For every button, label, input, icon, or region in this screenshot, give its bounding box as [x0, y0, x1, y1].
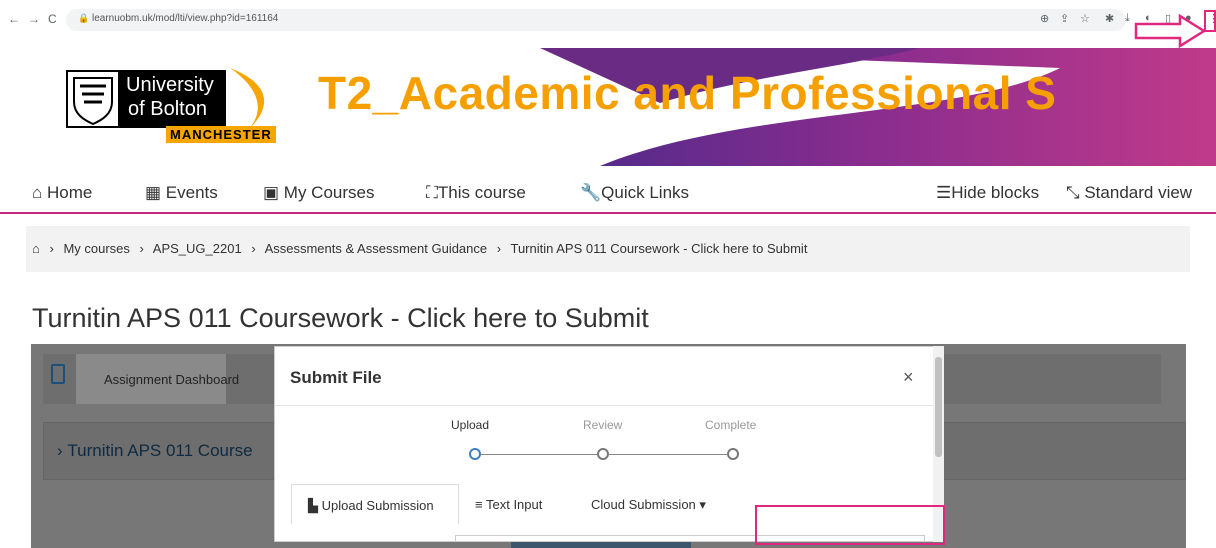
- caret-down-icon: ▾: [699, 497, 706, 512]
- compress-icon: ⤡: [1066, 183, 1080, 202]
- step-complete-label: Complete: [705, 418, 757, 432]
- step-review-label: Review: [583, 418, 623, 432]
- annotation-highlight-box: [755, 505, 945, 545]
- breadcrumb-item[interactable]: My courses: [63, 241, 129, 256]
- assignment-dashboard-icon[interactable]: [51, 364, 65, 384]
- step-complete-dot: [727, 448, 739, 460]
- page-title: Turnitin APS 011 Coursework - Click here…: [32, 303, 649, 333]
- assignment-dashboard-label: Assignment Dashboard: [104, 372, 240, 387]
- chevron-right-icon: ›: [57, 441, 68, 460]
- breadcrumb-item[interactable]: Assessments & Assessment Guidance: [265, 241, 488, 256]
- url-text[interactable]: learnuobm.uk/mod/lti/view.php?id=161164: [92, 13, 278, 24]
- home-icon: ⌂: [32, 183, 43, 202]
- breadcrumb-home-icon[interactable]: ⌂: [32, 241, 40, 256]
- step-upload-dot: [469, 448, 481, 460]
- step-connector: [481, 454, 597, 455]
- university-name-line1: University: [126, 74, 214, 96]
- bookmark-star-icon[interactable]: ☆: [1080, 12, 1090, 25]
- tab-cloud-label: Cloud Submission: [591, 497, 696, 512]
- back-icon[interactable]: ←: [8, 12, 20, 26]
- annotation-arrow-icon: [1134, 14, 1207, 48]
- annotation-highlight-menu: [1204, 10, 1216, 32]
- file-icon: ▙: [308, 498, 318, 513]
- close-icon[interactable]: ×: [903, 367, 914, 388]
- tab-upload-submission[interactable]: ▙ Upload Submission: [291, 484, 459, 524]
- main-navigation: ⌂ Home ▦ Events ▣ My Courses ⛶This cours…: [0, 166, 1216, 214]
- breadcrumb: ⌂ › My courses › APS_UG_2201 › Assessmen…: [26, 226, 1190, 272]
- nav-my-courses-label: My Courses: [283, 183, 375, 202]
- standard-view-button[interactable]: ⤡ Standard view: [1066, 183, 1192, 203]
- university-city: MANCHESTER: [166, 126, 276, 143]
- assignment-row-label[interactable]: › Turnitin APS 011 Course: [57, 441, 253, 461]
- university-crest-icon: [66, 70, 120, 128]
- forward-icon[interactable]: →: [28, 12, 40, 26]
- university-wordmark: University of Bolton: [120, 70, 226, 128]
- course-banner: University of Bolton MANCHESTER T2_Acade…: [0, 38, 1216, 166]
- university-name-line2: of Bolton: [128, 98, 207, 120]
- browser-toolbar: ← → C 🔒 learnuobm.uk/mod/lti/view.php?id…: [0, 0, 1216, 38]
- download-icon[interactable]: ⤓: [1125, 12, 1130, 25]
- breadcrumb-item[interactable]: APS_UG_2201: [153, 241, 242, 256]
- nav-events[interactable]: ▦ Events: [145, 183, 218, 203]
- nav-quick-links-label: Quick Links: [601, 183, 690, 202]
- indent-icon: ☰: [936, 183, 952, 202]
- align-left-icon: ≡: [475, 497, 483, 512]
- standard-view-label: Standard view: [1084, 183, 1193, 202]
- step-upload-label: Upload: [451, 418, 490, 432]
- calendar-icon: ▦: [145, 183, 162, 202]
- hide-blocks-label: Hide blocks: [951, 183, 1040, 202]
- modal-title: Submit File: [290, 368, 382, 387]
- nav-this-course[interactable]: ⛶This course: [426, 183, 526, 203]
- step-review-dot: [597, 448, 609, 460]
- lock-icon: 🔒: [78, 13, 90, 23]
- step-connector: [609, 454, 727, 455]
- nav-home-label: Home: [47, 183, 93, 202]
- briefcase-icon: ▣: [263, 183, 280, 202]
- assignment-dashboard-button[interactable]: Assignment Dashboard: [76, 354, 239, 404]
- zoom-icon[interactable]: ⊕: [1040, 12, 1049, 25]
- modal-scroll-thumb[interactable]: [935, 357, 942, 457]
- nav-quick-links[interactable]: 🔧Quick Links: [580, 183, 689, 203]
- hide-blocks-button[interactable]: ☰Hide blocks: [936, 183, 1039, 203]
- tab-text-label: Text Input: [485, 497, 543, 512]
- modal-divider: [275, 405, 935, 406]
- nav-events-label: Events: [165, 183, 218, 202]
- nav-this-course-label: This course: [437, 183, 526, 202]
- course-title: T2_Academic and Professional S: [318, 67, 1057, 119]
- nav-my-courses[interactable]: ▣ My Courses: [263, 183, 374, 203]
- wrench-icon: 🔧: [580, 183, 602, 202]
- breadcrumb-current[interactable]: Turnitin APS 011 Coursework - Click here…: [510, 241, 807, 256]
- sitemap-icon: ⛶: [426, 183, 438, 202]
- extension-icon[interactable]: ✱: [1105, 12, 1114, 25]
- tab-cloud-submission[interactable]: Cloud Submission ▾: [591, 484, 706, 524]
- share-icon[interactable]: ⇪: [1060, 12, 1069, 25]
- reload-icon[interactable]: C: [48, 12, 57, 26]
- nav-home[interactable]: ⌂ Home: [32, 183, 92, 203]
- tab-text-input[interactable]: ≡ Text Input: [475, 484, 542, 524]
- tab-upload-label: Upload Submission: [321, 498, 434, 513]
